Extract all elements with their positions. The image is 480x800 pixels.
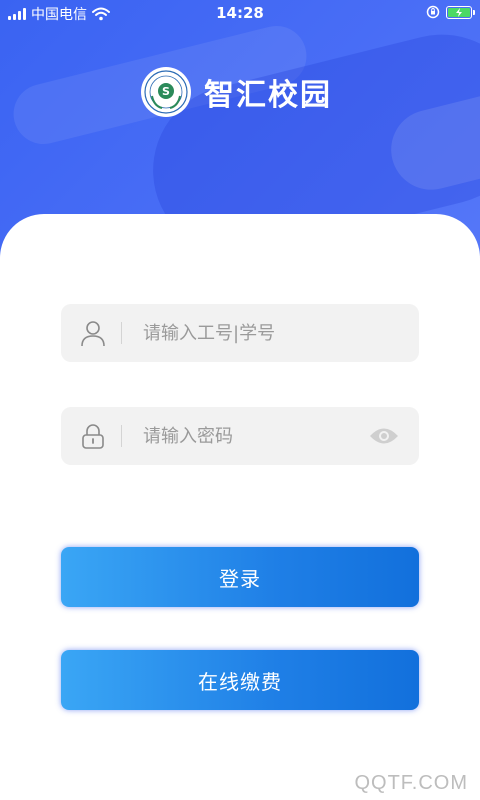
- online-payment-button[interactable]: 在线缴费: [61, 650, 419, 710]
- school-logo-icon: S: [141, 67, 191, 117]
- field-divider: [121, 322, 122, 344]
- password-input[interactable]: [143, 407, 363, 465]
- eye-icon[interactable]: [369, 425, 399, 447]
- svg-text:S: S: [162, 85, 170, 98]
- battery-icon: [446, 5, 475, 19]
- username-field[interactable]: [61, 304, 419, 362]
- password-field[interactable]: [61, 407, 419, 465]
- watermark: QQTF.COM: [354, 772, 468, 794]
- user-icon: [81, 321, 105, 347]
- app-title: 智汇校园: [204, 78, 332, 113]
- field-divider: [121, 425, 122, 447]
- orientation-lock-icon: [426, 5, 440, 19]
- username-input[interactable]: [143, 304, 363, 362]
- lock-icon: [82, 424, 104, 449]
- status-bar: 中国电信 14:28: [0, 0, 480, 26]
- brand: S 智汇校园: [140, 66, 332, 118]
- clock: 14:28: [216, 4, 264, 22]
- login-card: 登录 在线缴费: [0, 214, 480, 800]
- login-button[interactable]: 登录: [61, 547, 419, 607]
